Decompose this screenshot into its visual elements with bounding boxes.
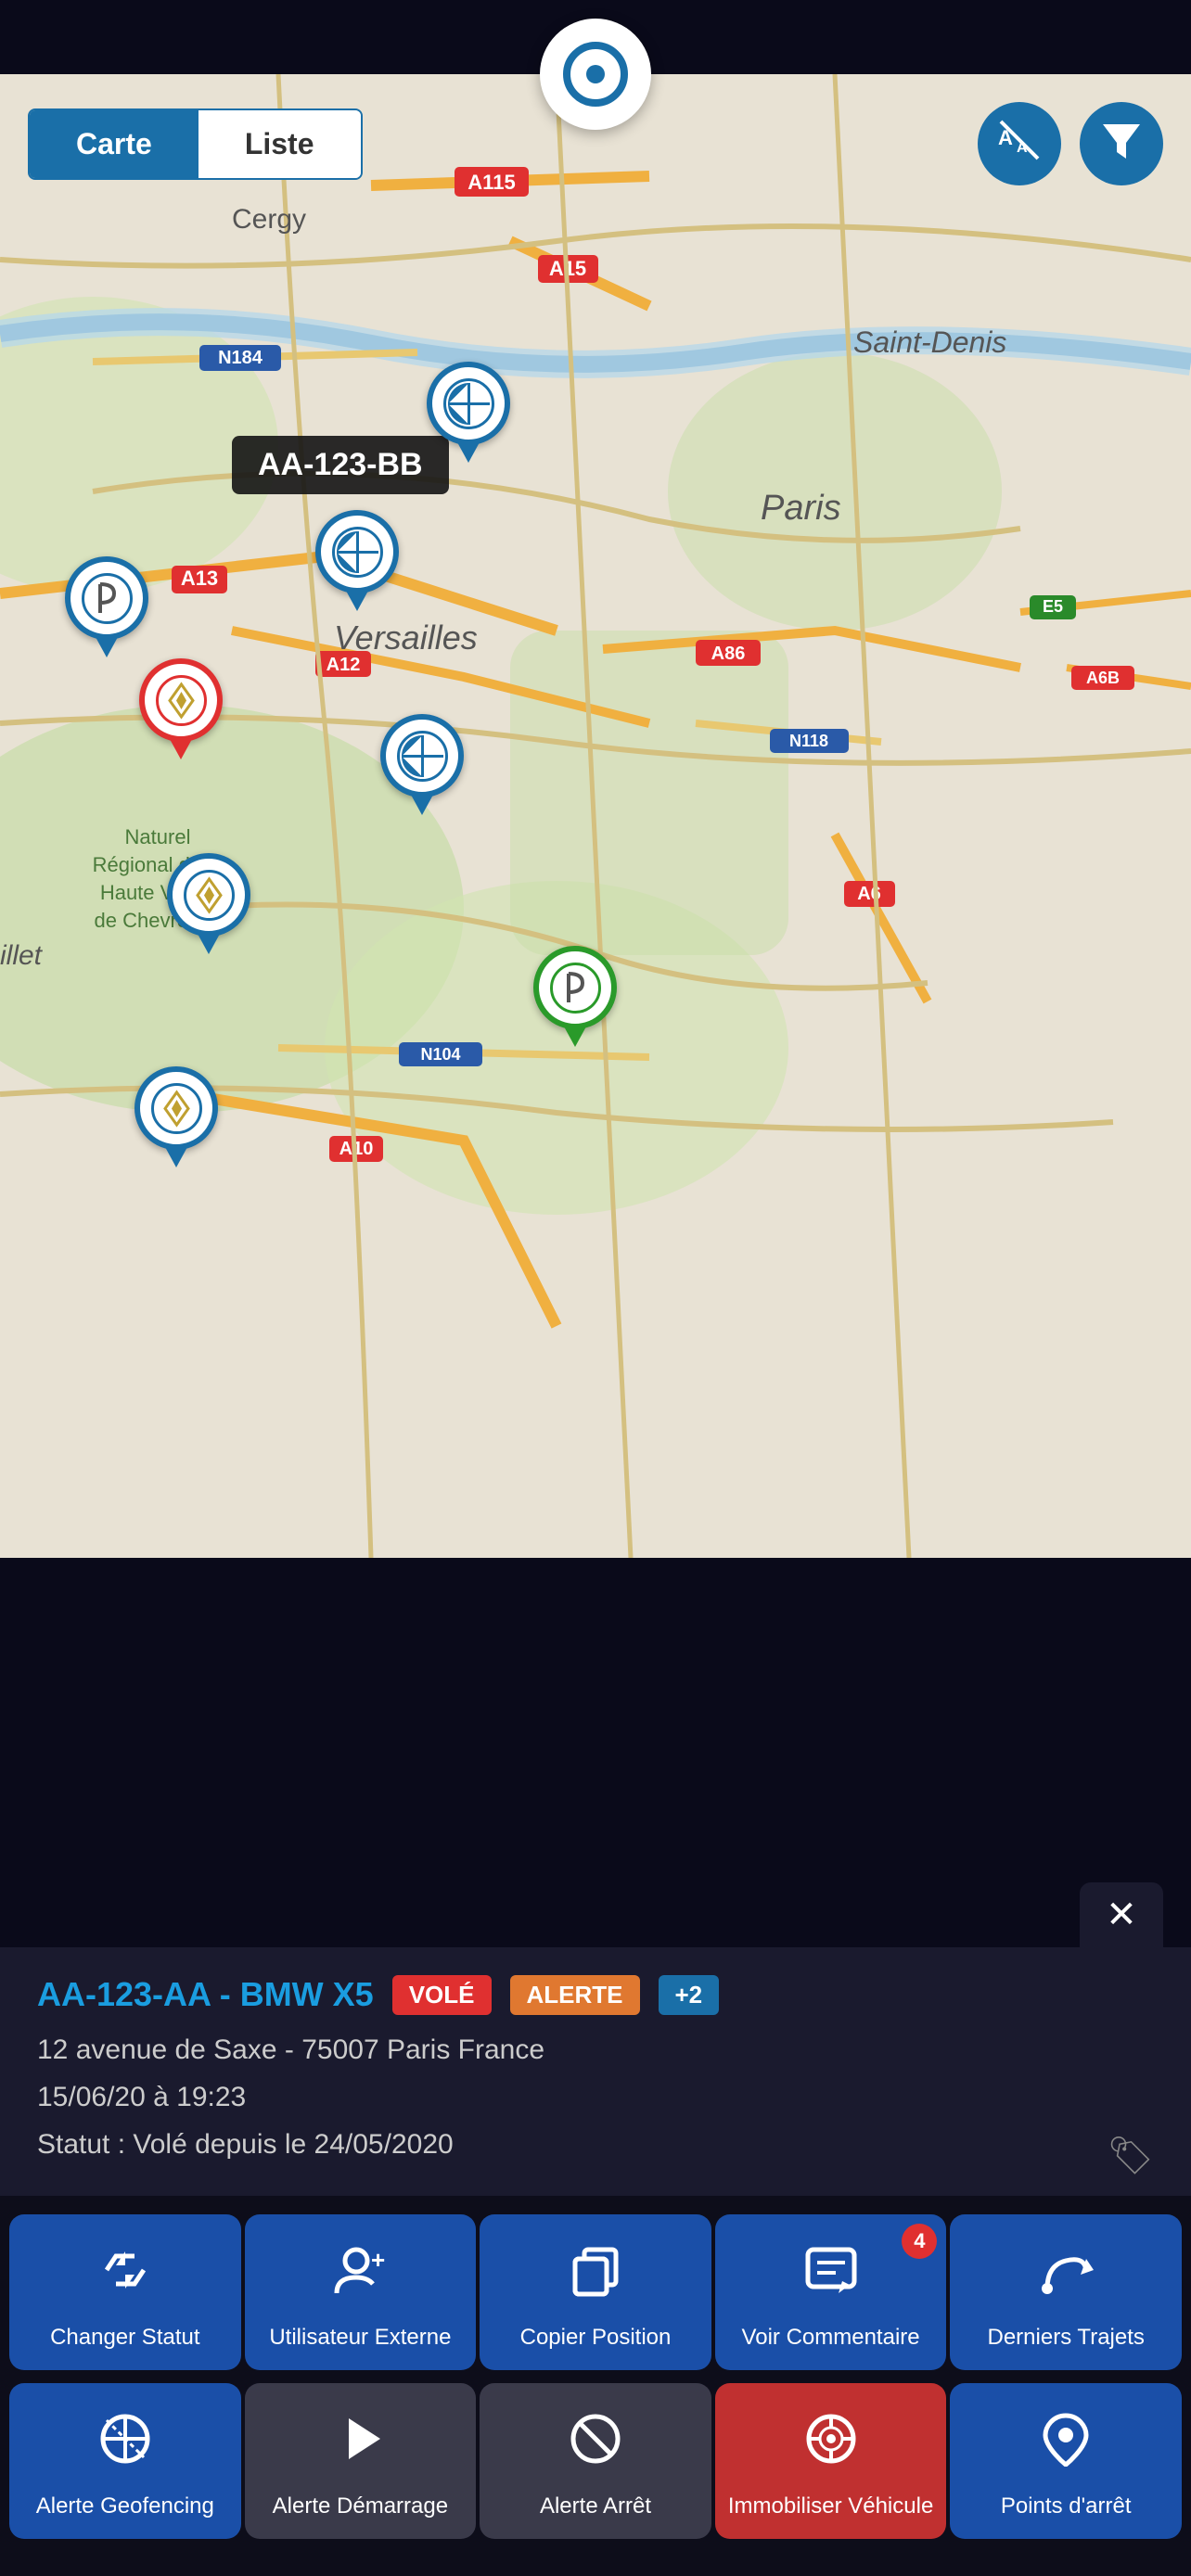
commentaire-badge: 4 bbox=[902, 2224, 937, 2259]
svg-text:Versailles: Versailles bbox=[334, 618, 478, 657]
pin-bmw2[interactable] bbox=[315, 510, 399, 611]
svg-text:N118: N118 bbox=[789, 732, 828, 750]
vehicle-address: 12 avenue de Saxe - 75007 Paris France 1… bbox=[37, 2026, 1154, 2168]
copier-position-icon bbox=[568, 2242, 623, 2310]
alerte-geofencing-icon bbox=[97, 2411, 153, 2479]
alerte-arret-button[interactable]: Alerte Arrêt bbox=[480, 2383, 711, 2539]
actions-row1: Changer Statut + Utilisateur Externe bbox=[0, 2196, 1191, 2379]
vehicle-info-section: AA-123-AA - BMW X5 VOLÉ ALERTE +2 12 ave… bbox=[0, 1947, 1191, 2196]
text-size-icon: A A bbox=[996, 117, 1043, 172]
badge-plus: +2 bbox=[659, 1975, 720, 2015]
svg-text:E5: E5 bbox=[1043, 597, 1063, 616]
text-size-button[interactable]: A A bbox=[978, 102, 1061, 185]
svg-text:Paris: Paris bbox=[761, 489, 841, 528]
tab-liste[interactable]: Liste bbox=[198, 110, 361, 178]
vehicle-map-label: AA-123-BB bbox=[232, 436, 449, 494]
vehicle-title: AA-123-AA - BMW X5 bbox=[37, 1975, 374, 2014]
changer-statut-button[interactable]: Changer Statut bbox=[9, 2214, 241, 2370]
immobiliser-vehicule-button[interactable]: Immobiliser Véhicule bbox=[715, 2383, 947, 2539]
svg-text:Naturel: Naturel bbox=[125, 825, 191, 848]
utilisateur-externe-icon: + bbox=[332, 2242, 388, 2310]
pin-bmw3[interactable] bbox=[380, 714, 464, 815]
pin-peugeot2[interactable] bbox=[533, 946, 617, 1047]
pin-renault2[interactable] bbox=[167, 853, 250, 954]
my-location-button[interactable] bbox=[540, 19, 651, 130]
view-tabs: Carte Liste bbox=[28, 108, 363, 180]
voir-commentaire-button[interactable]: 4 Voir Commentaire bbox=[715, 2214, 947, 2370]
header-right-controls: A A bbox=[978, 102, 1163, 185]
svg-text:+: + bbox=[371, 2246, 385, 2274]
utilisateur-externe-button[interactable]: + Utilisateur Externe bbox=[245, 2214, 477, 2370]
svg-text:A6B: A6B bbox=[1086, 669, 1120, 687]
changer-statut-label: Changer Statut bbox=[50, 2323, 199, 2352]
copier-position-button[interactable]: Copier Position bbox=[480, 2214, 711, 2370]
map-view[interactable]: A115 A15 N184 A13 A12 A86 N118 E5 bbox=[0, 74, 1191, 1558]
voir-commentaire-label: Voir Commentaire bbox=[742, 2323, 920, 2352]
copier-position-label: Copier Position bbox=[520, 2323, 672, 2352]
tag-icon: 🏷 bbox=[1107, 2134, 1154, 2177]
svg-text:Saint-Denis: Saint-Denis bbox=[853, 325, 1006, 359]
svg-text:illet: illet bbox=[0, 940, 44, 971]
filter-icon bbox=[1098, 117, 1145, 172]
vehicle-title-row: AA-123-AA - BMW X5 VOLÉ ALERTE +2 bbox=[37, 1975, 1154, 2015]
points-darret-label: Points d'arrêt bbox=[1001, 2492, 1132, 2520]
alerte-demarrage-icon bbox=[332, 2411, 388, 2479]
svg-text:N104: N104 bbox=[420, 1045, 460, 1064]
actions-row2: Alerte Geofencing Alerte Démarrage Alert… bbox=[0, 2379, 1191, 2576]
immobiliser-vehicule-icon bbox=[803, 2411, 859, 2479]
alerte-arret-icon bbox=[568, 2411, 623, 2479]
alerte-arret-label: Alerte Arrêt bbox=[540, 2492, 651, 2520]
derniers-trajets-button[interactable]: Derniers Trajets bbox=[950, 2214, 1182, 2370]
location-icon bbox=[563, 42, 628, 107]
svg-text:A86: A86 bbox=[711, 644, 746, 664]
svg-text:A13: A13 bbox=[181, 567, 218, 590]
utilisateur-externe-label: Utilisateur Externe bbox=[269, 2323, 451, 2352]
pin-renault3[interactable] bbox=[134, 1066, 218, 1167]
svg-text:A12: A12 bbox=[327, 655, 361, 675]
badge-vole: VOLÉ bbox=[392, 1975, 492, 2015]
close-panel-button[interactable]: ✕ bbox=[1080, 1882, 1163, 1947]
derniers-trajets-label: Derniers Trajets bbox=[988, 2323, 1145, 2352]
changer-statut-icon bbox=[97, 2242, 153, 2310]
pin-bmw1[interactable] bbox=[427, 362, 510, 463]
cergy-label: Cergy bbox=[232, 204, 306, 236]
close-icon: ✕ bbox=[1106, 1894, 1137, 1936]
alerte-demarrage-label: Alerte Démarrage bbox=[273, 2492, 448, 2520]
alerte-demarrage-button[interactable]: Alerte Démarrage bbox=[245, 2383, 477, 2539]
pin-peugeot1[interactable] bbox=[65, 556, 148, 657]
immobiliser-vehicule-label: Immobiliser Véhicule bbox=[728, 2492, 933, 2520]
filter-button[interactable] bbox=[1080, 102, 1163, 185]
pin-renault1[interactable] bbox=[139, 658, 223, 759]
svg-text:N184: N184 bbox=[218, 348, 263, 368]
vehicle-info-panel: ✕ AA-123-AA - BMW X5 VOLÉ ALERTE +2 12 a… bbox=[0, 1947, 1191, 2576]
alerte-geofencing-button[interactable]: Alerte Geofencing bbox=[9, 2383, 241, 2539]
tab-carte[interactable]: Carte bbox=[30, 110, 198, 178]
points-darret-button[interactable]: Points d'arrêt bbox=[950, 2383, 1182, 2539]
alerte-geofencing-label: Alerte Geofencing bbox=[36, 2492, 214, 2520]
derniers-trajets-icon bbox=[1038, 2242, 1094, 2310]
voir-commentaire-icon bbox=[803, 2242, 859, 2310]
points-darret-icon bbox=[1038, 2411, 1094, 2479]
badge-alerte: ALERTE bbox=[510, 1975, 640, 2015]
